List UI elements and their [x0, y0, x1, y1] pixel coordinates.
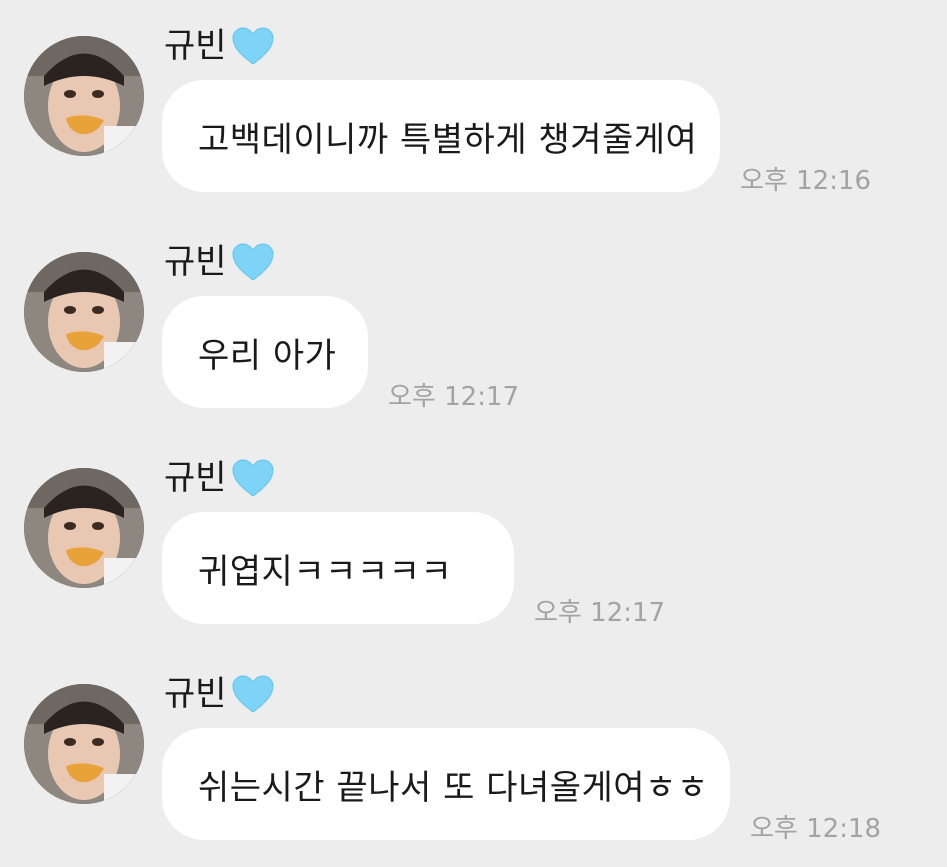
message-bubble[interactable]: 우리 아가	[162, 296, 368, 408]
timestamp: 오후 12:16	[740, 166, 872, 196]
message-bubble[interactable]: 쉬는시간 끝나서 또 다녀올게여ㅎㅎ	[162, 728, 730, 840]
chat-thread: 규빈 고백데이니까 특별하게 챙겨줄게여 오후 12:16 규빈 우리 아가 오…	[0, 0, 947, 867]
avatar[interactable]	[24, 684, 144, 804]
message-text: 쉬는시간 끝나서 또 다녀올게여ㅎㅎ	[198, 767, 709, 808]
sender: 규빈	[164, 24, 275, 68]
timestamp: 오후 12:17	[534, 598, 666, 628]
light-blue-heart-icon	[232, 675, 274, 713]
message-text: 고백데이니까 특별하게 챙겨줄게여	[198, 119, 698, 160]
sender-name: 규빈	[164, 242, 227, 282]
avatar[interactable]	[24, 252, 144, 372]
sender: 규빈	[164, 456, 275, 500]
message-bubble[interactable]: 고백데이니까 특별하게 챙겨줄게여	[162, 80, 720, 192]
avatar[interactable]	[24, 468, 144, 588]
light-blue-heart-icon	[232, 243, 274, 281]
sender-name: 규빈	[164, 26, 227, 66]
sender: 규빈	[164, 672, 275, 716]
timestamp: 오후 12:18	[750, 814, 882, 844]
message-text: 귀엽지ㅋㅋㅋㅋㅋ	[198, 551, 453, 592]
avatar[interactable]	[24, 36, 144, 156]
sender: 규빈	[164, 240, 275, 284]
message-bubble[interactable]: 귀엽지ㅋㅋㅋㅋㅋ	[162, 512, 514, 624]
light-blue-heart-icon	[232, 459, 274, 497]
sender-name: 규빈	[164, 458, 227, 498]
sender-name: 규빈	[164, 674, 227, 714]
message-text: 우리 아가	[198, 335, 337, 376]
timestamp: 오후 12:17	[388, 382, 520, 412]
light-blue-heart-icon	[232, 27, 274, 65]
